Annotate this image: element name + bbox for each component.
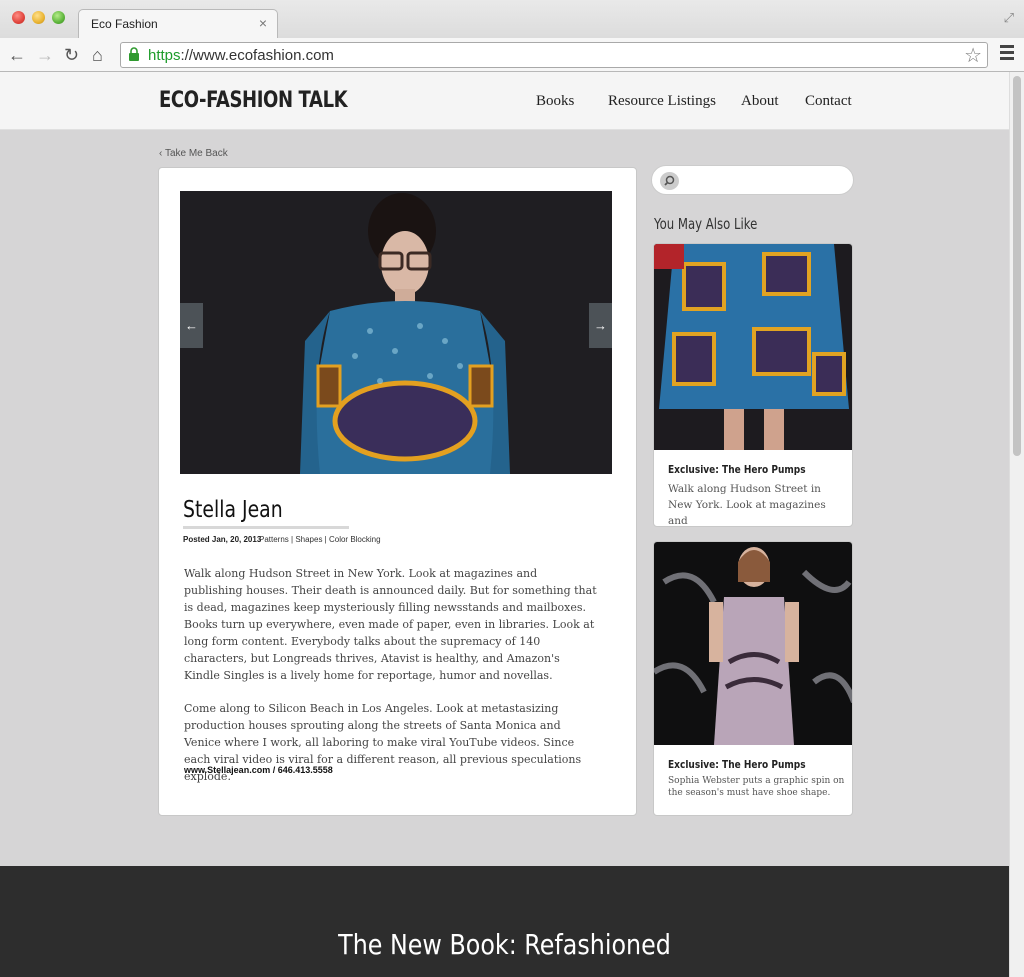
model-photo <box>180 191 612 474</box>
url-host: ://www.ecofashion.com <box>180 47 334 64</box>
fullscreen-icon[interactable]: ⤢ <box>1004 10 1014 26</box>
url-text: https://www.ecofashion.com <box>148 47 334 64</box>
article-title: Stella Jean <box>183 497 283 523</box>
site-logo[interactable]: ECO-FASHION TALK <box>159 88 348 113</box>
back-link-label: Take Me Back <box>164 148 228 159</box>
tab-close-icon[interactable]: × <box>259 15 267 31</box>
article-card: ← → Stella Jean Posted Jan, 20, 2013 Pat… <box>158 167 637 816</box>
contact-info[interactable]: www.Stellajean.com / 646.413.5558 <box>184 765 333 775</box>
slider-prev-button[interactable]: ← <box>180 303 203 348</box>
search-icon[interactable] <box>660 172 679 190</box>
back-arrow-icon[interactable]: ← <box>8 44 26 66</box>
hero-image: ← → <box>180 191 612 474</box>
page-scrollbar[interactable] <box>1009 72 1024 977</box>
site-header: ECO-FASHION TALK Books Resource Listings… <box>0 72 1009 130</box>
forward-arrow-icon[interactable]: → <box>36 44 54 66</box>
minimize-window-button[interactable] <box>32 11 45 24</box>
menu-icon[interactable] <box>1000 45 1014 63</box>
recommendation-excerpt: Sophia Webster puts a graphic spin on th… <box>668 776 845 798</box>
post-date: Posted Jan, 20, 2013 <box>183 535 262 544</box>
nav-books[interactable]: Books <box>536 93 574 110</box>
recommendation-image[interactable] <box>654 542 852 745</box>
browser-tab[interactable]: Eco Fashion × <box>78 9 278 38</box>
lock-icon <box>129 47 139 61</box>
article-paragraph: Walk along Hudson Street in New York. Lo… <box>184 567 597 682</box>
search-input[interactable] <box>651 165 854 195</box>
recommendation-card[interactable]: Exclusive: The Hero Pumps Walk along Hud… <box>653 243 853 527</box>
nav-about[interactable]: About <box>741 93 779 110</box>
browser-toolbar: ← → ↻ ⌂ https://www.ecofashion.com ☆ <box>0 38 1024 72</box>
site-footer: The New Book: Refashioned <box>0 866 1009 977</box>
scrollbar-thumb[interactable] <box>1013 76 1021 456</box>
url-scheme: https <box>148 47 181 64</box>
zoom-window-button[interactable] <box>52 11 65 24</box>
nav-contact[interactable]: Contact <box>805 93 852 110</box>
footer-title: The New Book: Refashioned <box>338 928 671 961</box>
recommendation-card[interactable]: Exclusive: The Hero Pumps Sophia Webster… <box>653 541 853 816</box>
title-divider <box>183 526 349 529</box>
address-bar[interactable]: https://www.ecofashion.com ☆ <box>120 42 988 68</box>
tab-title: Eco Fashion <box>91 17 158 31</box>
recommendation-title[interactable]: Exclusive: The Hero Pumps <box>668 463 806 476</box>
nav-resource-listings[interactable]: Resource Listings <box>608 93 716 110</box>
close-window-button[interactable] <box>12 11 25 24</box>
recommendation-image[interactable] <box>654 244 852 450</box>
slider-next-button[interactable]: → <box>589 303 612 348</box>
bookmark-star-icon[interactable]: ☆ <box>964 43 982 68</box>
recommendation-title[interactable]: Exclusive: The Hero Pumps <box>668 758 806 771</box>
browser-title-bar: Eco Fashion × ⤢ <box>0 0 1024 38</box>
article-tags[interactable]: Patterns | Shapes | Color Blocking <box>259 535 381 544</box>
web-page: ECO-FASHION TALK Books Resource Listings… <box>0 72 1009 977</box>
back-link[interactable]: ‹ Take Me Back <box>159 148 228 159</box>
recommendation-excerpt: Walk along Hudson Street in New York. Lo… <box>668 483 826 527</box>
home-icon[interactable]: ⌂ <box>92 44 103 66</box>
sidebar-heading: You May Also Like <box>654 215 758 233</box>
reload-icon[interactable]: ↻ <box>64 44 79 66</box>
